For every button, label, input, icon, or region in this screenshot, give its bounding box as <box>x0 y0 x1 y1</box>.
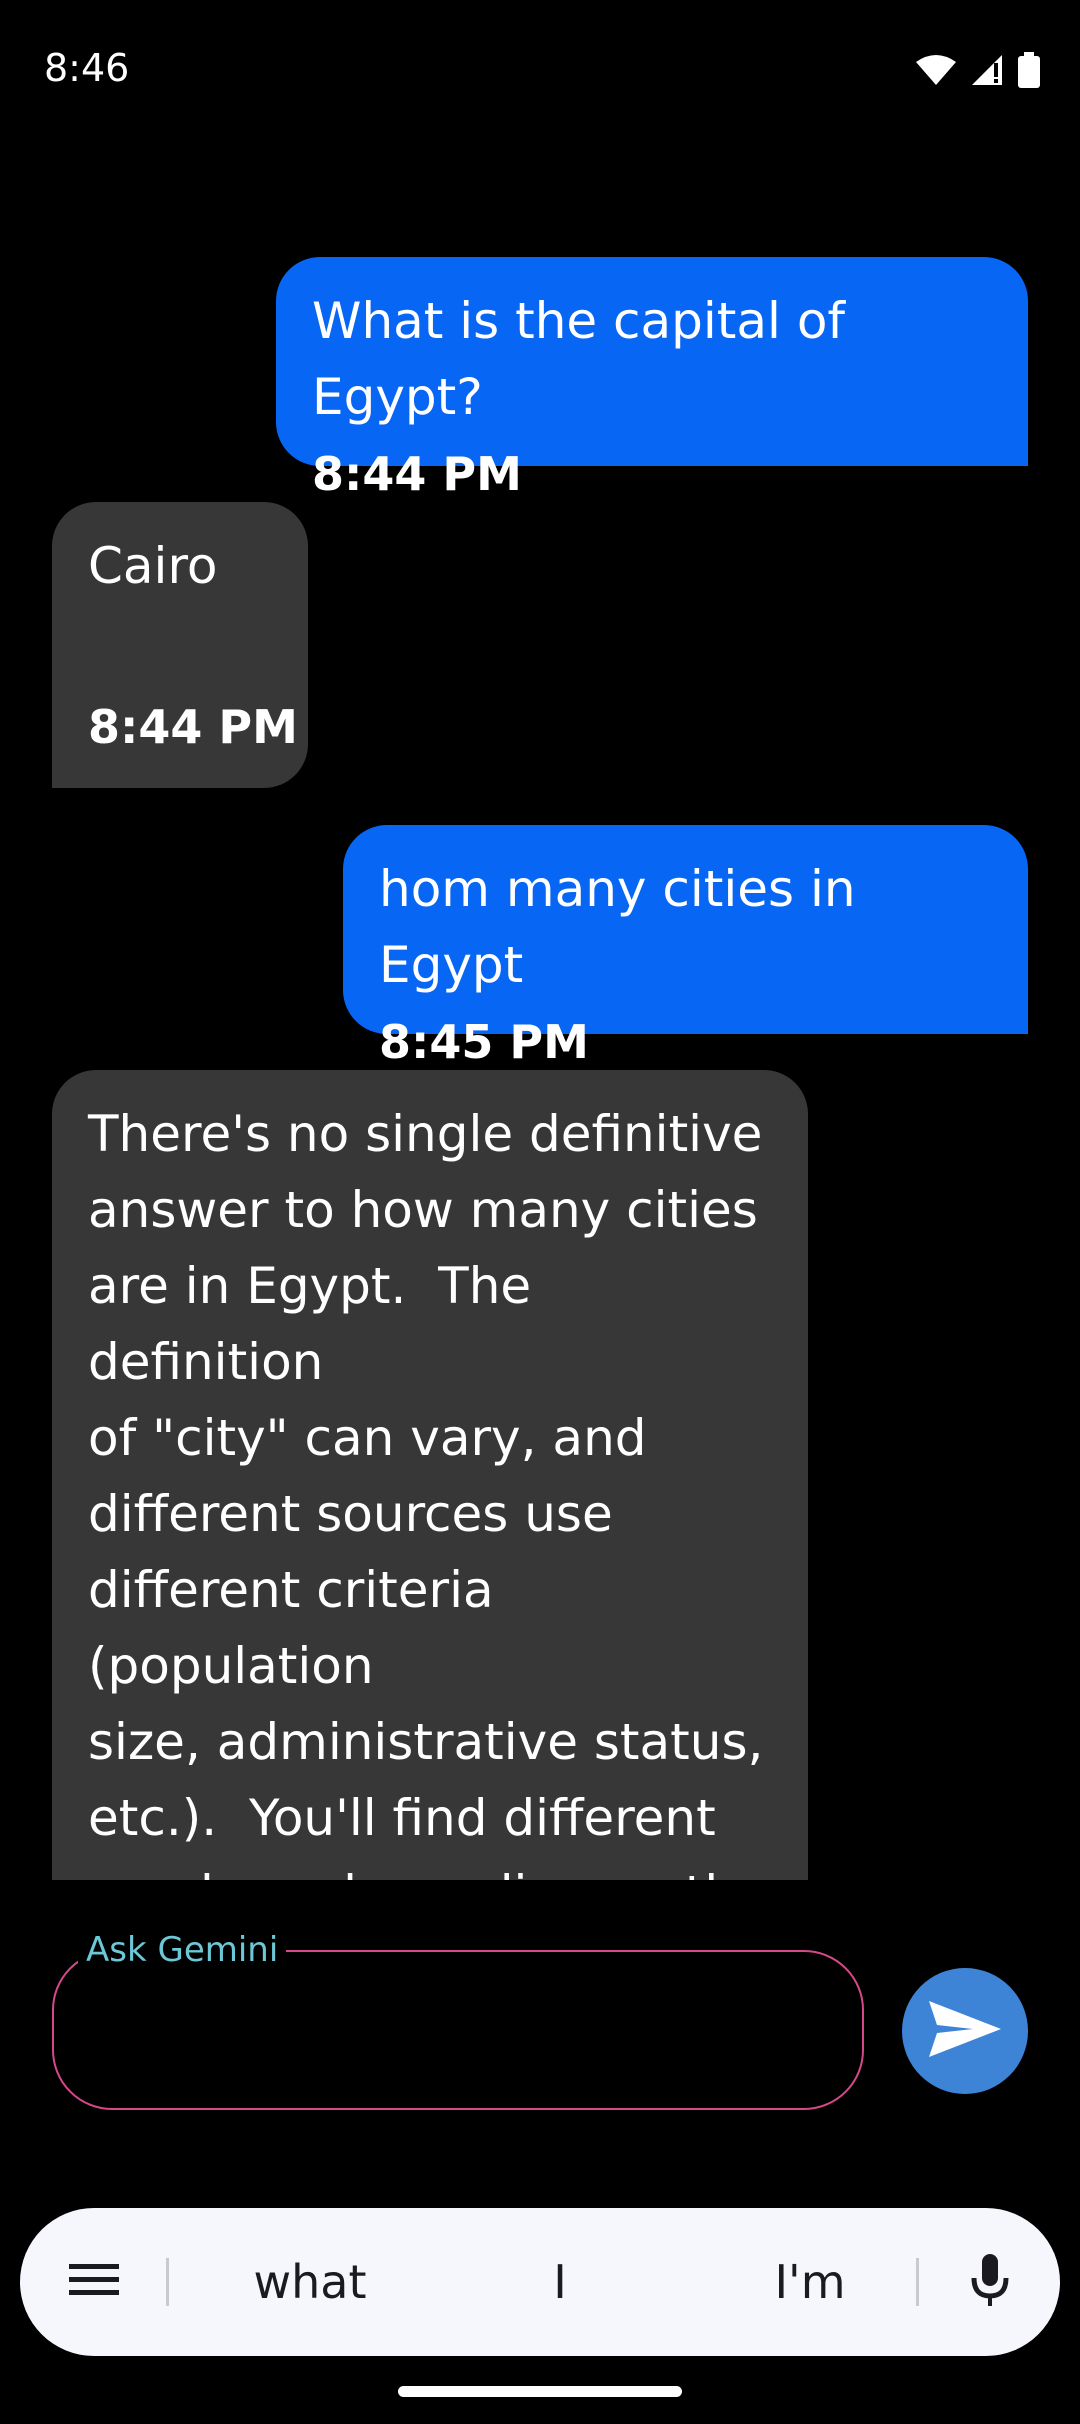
home-indicator[interactable] <box>398 2386 682 2397</box>
send-icon <box>927 1999 1003 2064</box>
message-text: hom many cities in Egypt <box>379 860 872 994</box>
signal-icon <box>970 53 1004 87</box>
battery-icon <box>1018 52 1040 88</box>
microphone-icon <box>970 2252 1010 2313</box>
send-button[interactable] <box>902 1968 1028 2094</box>
chat-screen: What is the capital of Egypt? 8:44 PM Ca… <box>0 0 1080 2424</box>
keyboard-menu-button[interactable] <box>64 2252 124 2312</box>
message-timestamp: 8:44 PM <box>88 700 298 754</box>
suggestion-item[interactable]: I'm <box>680 2208 940 2356</box>
suggestion-item[interactable]: what <box>180 2208 440 2356</box>
input-label: Ask Gemini <box>78 1930 287 1970</box>
bot-message-bubble: Cairo 8:44 PM <box>52 502 308 788</box>
voice-input-button[interactable] <box>960 2252 1020 2312</box>
message-timestamp: 8:44 PM <box>312 447 522 501</box>
ask-gemini-field[interactable]: Ask Gemini <box>52 1930 864 2110</box>
status-time: 8:46 <box>44 46 130 90</box>
message-list[interactable]: What is the capital of Egypt? 8:44 PM Ca… <box>0 0 1080 1880</box>
wifi-icon <box>916 54 956 86</box>
message-timestamp: 8:45 PM <box>379 1015 589 1069</box>
bot-message-bubble: There's no single definitive answer to h… <box>52 1070 808 1880</box>
composer: Ask Gemini <box>0 1880 1080 2180</box>
message-text: What is the capital of Egypt? <box>312 292 861 426</box>
user-message-bubble: hom many cities in Egypt 8:45 PM <box>343 825 1028 1069</box>
message-text: There's no single definitive answer to h… <box>88 1105 767 1880</box>
user-message-bubble: What is the capital of Egypt? 8:44 PM <box>276 257 1028 501</box>
message-text: Cairo <box>88 537 218 595</box>
menu-icon <box>69 2262 119 2303</box>
divider <box>166 2258 169 2306</box>
message-input[interactable] <box>90 1992 834 2074</box>
divider <box>916 2258 919 2306</box>
status-bar: 8:46 <box>0 0 1080 140</box>
suggestion-item[interactable]: I <box>440 2208 680 2356</box>
keyboard-suggestion-bar: what I I'm <box>20 2208 1060 2356</box>
status-icons <box>916 50 1040 90</box>
